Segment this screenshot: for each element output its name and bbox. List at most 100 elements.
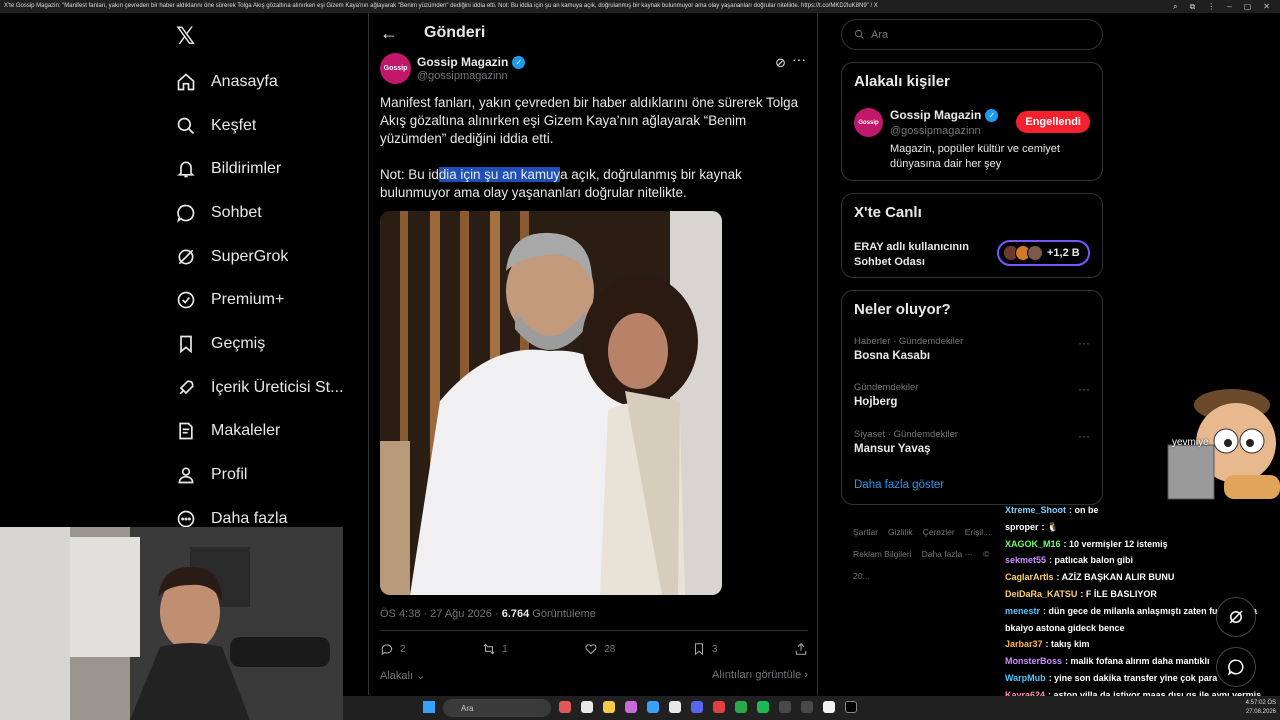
- repost-button[interactable]: 1: [482, 642, 508, 656]
- sidebar-footer: Şartlar Gizlilik Çerezler Erişil... Reklam …: [853, 521, 1003, 587]
- nav-label: SuperGrok: [211, 247, 289, 265]
- trend-title: Hojberg: [854, 396, 898, 408]
- taskbar-app-icon[interactable]: [625, 701, 637, 713]
- taskbar-app-icon[interactable]: [647, 701, 659, 713]
- blocked-button[interactable]: Engellendi: [1016, 111, 1090, 133]
- more-options-icon[interactable]: ···: [792, 51, 806, 67]
- footer-link[interactable]: Şartlar: [853, 527, 878, 537]
- reply-button[interactable]: 2: [380, 642, 406, 656]
- divider: [380, 630, 808, 631]
- more-options-icon[interactable]: ···: [1078, 382, 1090, 396]
- page-title: Gönderi: [424, 24, 486, 41]
- grok-fab-button[interactable]: [1216, 597, 1256, 637]
- nav-item-explore[interactable]: Keşfet: [172, 104, 362, 148]
- taskbar-app-icon[interactable]: [669, 701, 681, 713]
- taskbar-search-placeholder: Ara: [461, 703, 474, 713]
- footer-link[interactable]: Erişil...: [965, 527, 991, 537]
- more-circle-icon: [176, 509, 196, 529]
- taskbar-search-input[interactable]: Ara: [443, 699, 551, 717]
- avatar[interactable]: Gossip: [854, 108, 883, 137]
- taskbar-app-icon[interactable]: [757, 701, 769, 713]
- author-handle[interactable]: @gossipmagazinn: [417, 70, 508, 82]
- x-logo-icon[interactable]: 𝕏: [176, 22, 195, 51]
- nav-item-premium[interactable]: Premium+: [172, 278, 362, 322]
- post-photo[interactable]: [380, 211, 722, 595]
- listener-avatar: [1027, 245, 1043, 261]
- home-icon: [176, 72, 196, 92]
- share-button[interactable]: [794, 642, 808, 656]
- windows-start-icon[interactable]: [423, 701, 435, 713]
- live-card[interactable]: X'te Canlı ERAY adlı kullanıcının Sohbet…: [841, 193, 1103, 278]
- taskbar-app-icon[interactable]: [823, 701, 835, 713]
- webcam-overlay: [0, 527, 343, 720]
- chat-text: : malik fofana alırım daha mantıklı: [1065, 656, 1210, 667]
- share-icon: [795, 643, 807, 655]
- nav-item-articles[interactable]: Makaleler: [172, 410, 362, 454]
- zoom-icon[interactable]: ⌕: [1173, 0, 1177, 13]
- bookmark-button[interactable]: 3: [692, 642, 718, 656]
- close-button[interactable]: ✕: [1263, 0, 1270, 13]
- taskbar-app-icon[interactable]: [801, 701, 813, 713]
- more-options-icon[interactable]: ···: [1078, 336, 1090, 350]
- messages-fab-button[interactable]: [1216, 647, 1256, 687]
- post-time[interactable]: ÖS 4:38 · 27 Ağu 2026 ·: [380, 608, 502, 620]
- person-name[interactable]: Gossip Magazin ✓: [890, 108, 999, 122]
- bookmark-count: 3: [711, 643, 718, 655]
- chat-text: : on be: [1069, 505, 1099, 515]
- taskbar-app-icon[interactable]: [581, 701, 593, 713]
- footer-link[interactable]: Gizlilik: [888, 527, 913, 537]
- chat-username: Xtreme_Shoot: [1005, 505, 1067, 515]
- nav-item-bookmarks[interactable]: Geçmiş: [172, 322, 362, 366]
- trend-category: Siyaset · Gündemdekiler: [854, 429, 959, 440]
- live-listeners-pill[interactable]: +1,2 B: [997, 240, 1090, 266]
- taskbar-app-icon[interactable]: [713, 701, 725, 713]
- live-room-title: ERAY adlı kullanıcının Sohbet Odası: [854, 241, 969, 268]
- author-name[interactable]: Gossip Magazin ✓: [417, 55, 526, 69]
- footer-link[interactable]: Daha fazla ···: [922, 549, 974, 559]
- card-title: Neler oluyor?: [854, 301, 951, 318]
- footer-link[interactable]: Reklam Bilgileri: [853, 549, 912, 559]
- taskbar-app-icon[interactable]: [559, 701, 571, 713]
- nav-item-notifications[interactable]: Bildirimler: [172, 147, 362, 191]
- minimize-button[interactable]: –: [1227, 0, 1231, 13]
- chat-username: XAGOK_M16: [1005, 538, 1061, 549]
- mascot-label: yevmiye: [1172, 437, 1209, 448]
- nav-item-chat[interactable]: Sohbet: [172, 191, 362, 235]
- more-options-icon[interactable]: ···: [1078, 429, 1090, 443]
- maximize-button[interactable]: ▢: [1244, 0, 1252, 13]
- avatar[interactable]: Gossip: [380, 53, 411, 84]
- taskbar-app-icon[interactable]: [691, 701, 703, 713]
- trend-category: Haberler · Gündemdekiler: [854, 336, 964, 347]
- related-dropdown[interactable]: Alakalı ⌄: [380, 669, 425, 682]
- chat-icon: [1228, 659, 1244, 676]
- trend-item[interactable]: Gündemdekiler Hojberg ···: [854, 382, 1090, 408]
- profile-icon: [176, 465, 196, 485]
- nav-item-home[interactable]: Anasayfa: [172, 60, 362, 104]
- chat-text: : F İLE BASLIYOR: [1080, 588, 1157, 599]
- card-title: Alakalı kişiler: [854, 73, 950, 90]
- extensions-icon[interactable]: ⧉: [1190, 0, 1196, 13]
- nav-label: İçerik Üreticisi St...: [211, 378, 344, 396]
- back-arrow-icon[interactable]: ←: [380, 23, 398, 44]
- grok-explain-icon[interactable]: ⊘: [775, 55, 786, 71]
- post-actions: 2 1 28 3: [380, 642, 808, 656]
- taskbar-app-icon[interactable]: [603, 701, 615, 713]
- person-handle[interactable]: @gossipmagazinn: [890, 125, 981, 137]
- like-button[interactable]: 28: [584, 642, 615, 656]
- show-more-link[interactable]: Daha fazla göster: [854, 479, 944, 491]
- browser-menu-icon[interactable]: ⋮: [1207, 0, 1215, 13]
- search-input[interactable]: Ara: [841, 19, 1103, 50]
- trend-item[interactable]: Haberler · Gündemdekiler Bosna Kasabı ··…: [854, 336, 1090, 362]
- nav-item-supergrok[interactable]: SuperGrok: [172, 235, 362, 279]
- avatar-text: Gossip: [858, 119, 879, 126]
- nav-item-profile[interactable]: Profil: [172, 453, 362, 497]
- x-app-icon[interactable]: [845, 701, 857, 713]
- nav-item-creator-studio[interactable]: İçerik Üreticisi St...: [172, 366, 362, 410]
- taskbar-app-icon[interactable]: [779, 701, 791, 713]
- footer-link[interactable]: Çerezler: [923, 527, 955, 537]
- heart-icon: [585, 644, 597, 655]
- trend-item[interactable]: Siyaset · Gündemdekiler Mansur Yavaş ···: [854, 429, 1090, 455]
- taskbar-app-icon[interactable]: [735, 701, 747, 713]
- post-author: Gossip Gossip Magazin ✓ @gossipmagazinn …: [380, 51, 808, 87]
- view-quotes-link[interactable]: Alıntıları görüntüle ›: [712, 669, 808, 682]
